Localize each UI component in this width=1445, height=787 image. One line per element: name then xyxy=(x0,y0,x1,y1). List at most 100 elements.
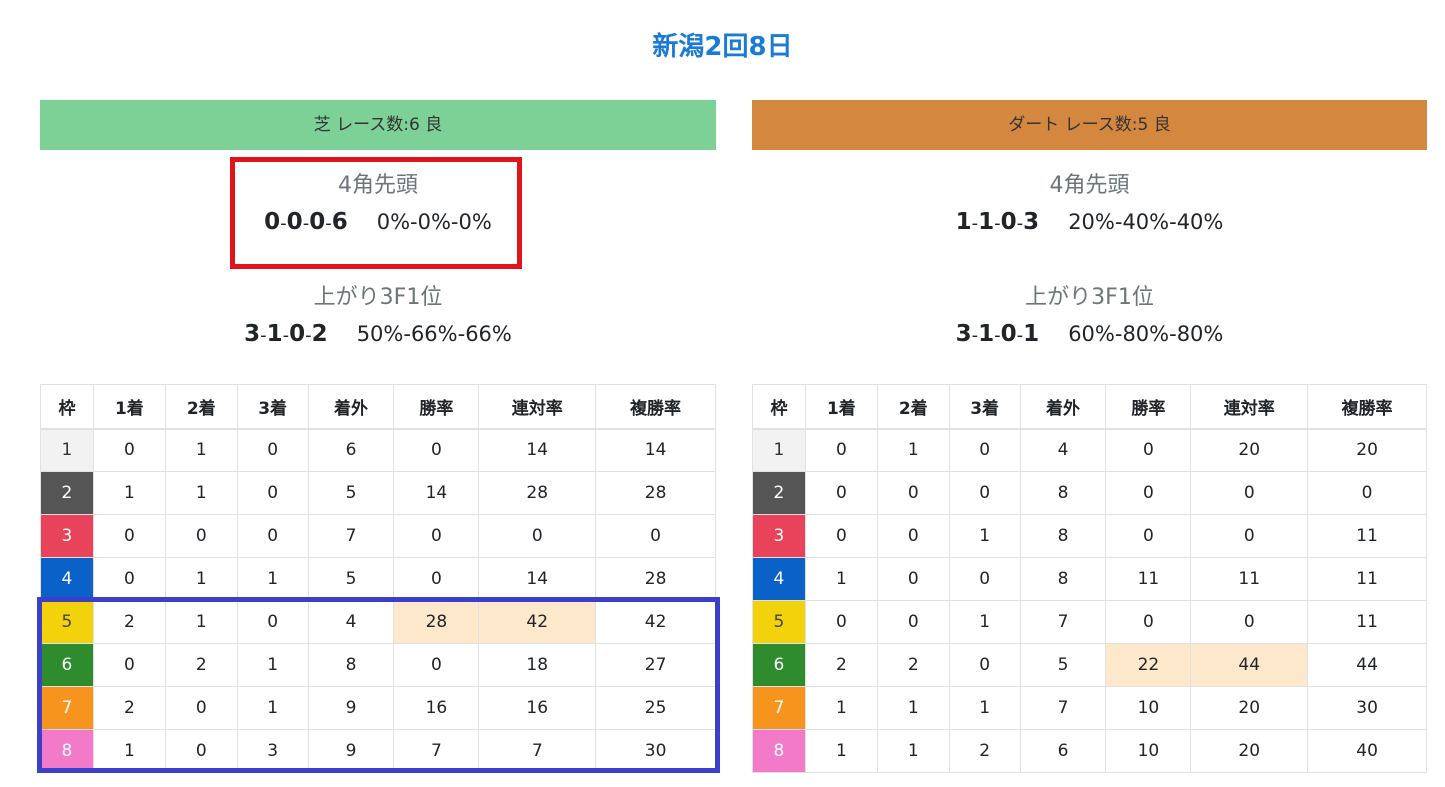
cell-rentai: 28 xyxy=(478,471,597,515)
cell-c3: 0 xyxy=(948,471,1021,515)
column-header: 3着 xyxy=(948,384,1021,430)
cell-out: 6 xyxy=(307,428,395,472)
cell-c2: 1 xyxy=(876,428,950,472)
dirt-last3f-heading: 上がり3F1位 xyxy=(1025,285,1154,310)
turf-last3f-stats: 3-1-0-2 50%-66%-66% xyxy=(40,319,716,349)
dirt-header: ダート レース数:5 良 xyxy=(752,100,1427,150)
column-header: 連対率 xyxy=(1190,384,1309,430)
cell-fukusho: 28 xyxy=(595,557,716,601)
dirt-section: ダート レース数:5 良 4角先頭 1-1-0-3 20%-40%-40% 上が… xyxy=(752,100,1427,773)
dirt-corner4-pct: 20%-40%-40% xyxy=(1068,210,1224,234)
gate-cell: 2 xyxy=(40,471,94,515)
table-header-row: 枠 1着 2着 3着 着外 勝率 連対率 複勝率 xyxy=(752,384,1427,430)
cell-out: 4 xyxy=(1019,428,1107,472)
column-header: 連対率 xyxy=(478,384,597,430)
cell-c1: 0 xyxy=(92,428,166,472)
gate-cell: 4 xyxy=(752,557,806,601)
column-header: 枠 xyxy=(752,384,806,430)
cell-c2: 0 xyxy=(876,514,950,558)
cell-c1: 0 xyxy=(92,514,166,558)
cell-c3: 1 xyxy=(948,686,1021,730)
cell-rentai: 44 xyxy=(1190,643,1309,687)
cell-c1: 1 xyxy=(804,686,878,730)
column-header: 着外 xyxy=(307,384,395,430)
cell-fukusho: 14 xyxy=(595,428,716,472)
cell-rentai: 0 xyxy=(478,514,597,558)
dirt-corner4-stats: 1-1-0-3 20%-40%-40% xyxy=(752,207,1427,237)
cell-c3: 0 xyxy=(948,428,1021,472)
column-header: 1着 xyxy=(804,384,878,430)
cell-fukusho: 44 xyxy=(1307,643,1427,687)
cell-rentai: 14 xyxy=(478,557,597,601)
cell-c2: 0 xyxy=(164,514,238,558)
column-header: 枠 xyxy=(40,384,94,430)
gate-cell: 5 xyxy=(752,600,806,644)
cell-rentai: 0 xyxy=(1190,514,1309,558)
cell-rentai: 0 xyxy=(1190,600,1309,644)
cell-rentai: 20 xyxy=(1190,428,1309,472)
cell-c2: 0 xyxy=(876,471,950,515)
table-row: 7 1 1 1 7 10 20 30 xyxy=(752,686,1427,730)
turf-last3f-record: 3-1-0-2 xyxy=(244,321,328,347)
column-header: 1着 xyxy=(92,384,166,430)
cell-c3: 0 xyxy=(948,643,1021,687)
table-row: 1 0 1 0 4 0 20 20 xyxy=(752,428,1427,472)
gate-cell: 1 xyxy=(752,428,806,472)
cell-fukusho: 40 xyxy=(1307,729,1427,773)
gate-cell: 8 xyxy=(752,729,806,773)
table-row: 3 0 0 1 8 0 0 11 xyxy=(752,514,1427,558)
cell-win: 11 xyxy=(1105,557,1192,601)
cell-c1: 1 xyxy=(92,471,166,515)
turf-last3f-block: 上がり3F1位 3-1-0-2 50%-66%-66% xyxy=(40,286,716,349)
cell-c3: 1 xyxy=(236,557,309,601)
cell-c2: 1 xyxy=(876,729,950,773)
column-header: 複勝率 xyxy=(1307,384,1427,430)
table-row: 20008000 xyxy=(752,471,1427,515)
cell-win: 0 xyxy=(393,514,480,558)
cell-c3: 1 xyxy=(948,514,1021,558)
cell-c1: 0 xyxy=(804,428,878,472)
cell-out: 8 xyxy=(1019,514,1107,558)
dirt-gate-table: 枠 1着 2着 3着 着外 勝率 連対率 複勝率 1 0 1 0 4 0 20 20 2 0 0 0 8… xyxy=(752,384,1427,773)
cell-win: 0 xyxy=(1105,428,1192,472)
cell-c1: 0 xyxy=(804,514,878,558)
cell-rentai: 20 xyxy=(1190,686,1309,730)
cell-out: 7 xyxy=(1019,600,1107,644)
cell-out: 7 xyxy=(307,514,395,558)
table-row: 6 2 2 0 5 22 44 44 xyxy=(752,643,1427,687)
dirt-last3f-pct: 60%-80%-80% xyxy=(1068,322,1224,346)
column-header: 3着 xyxy=(236,384,309,430)
cell-out: 6 xyxy=(1019,729,1107,773)
table-row: 1 0 1 0 6 0 14 14 xyxy=(40,428,716,472)
gate-cell: 2 xyxy=(752,471,806,515)
cell-win: 0 xyxy=(393,557,480,601)
cell-win: 0 xyxy=(1105,600,1192,644)
column-header: 複勝率 xyxy=(595,384,716,430)
cell-fukusho: 0 xyxy=(1307,471,1427,515)
table-row: 8 1 1 2 6 10 20 40 xyxy=(752,729,1427,773)
page-title: 新潟2回8日 xyxy=(652,32,793,62)
cell-win: 10 xyxy=(1105,686,1192,730)
cell-c2: 0 xyxy=(876,557,950,601)
table-row: 4 0 1 1 5 0 14 28 xyxy=(40,557,716,601)
gate-cell: 6 xyxy=(752,643,806,687)
cell-c2: 1 xyxy=(876,686,950,730)
cell-fukusho: 20 xyxy=(1307,428,1427,472)
dirt-corner4-block: 4角先頭 1-1-0-3 20%-40%-40% xyxy=(752,174,1427,237)
table-row: 4 1 0 0 8 11 11 11 xyxy=(752,557,1427,601)
cell-c1: 1 xyxy=(804,729,878,773)
highlight-box-blue xyxy=(37,597,720,773)
cell-rentai: 14 xyxy=(478,428,597,472)
cell-rentai: 11 xyxy=(1190,557,1309,601)
column-header: 勝率 xyxy=(393,384,480,430)
cell-c1: 2 xyxy=(804,643,878,687)
cell-out: 7 xyxy=(1019,686,1107,730)
cell-c3: 0 xyxy=(236,471,309,515)
dirt-corner4-heading: 4角先頭 xyxy=(1049,173,1130,198)
cell-c1: 0 xyxy=(804,471,878,515)
gate-cell: 3 xyxy=(40,514,94,558)
cell-c2: 1 xyxy=(164,428,238,472)
column-header: 勝率 xyxy=(1105,384,1192,430)
cell-out: 8 xyxy=(1019,557,1107,601)
dirt-last3f-stats: 3-1-0-1 60%-80%-80% xyxy=(752,319,1427,349)
